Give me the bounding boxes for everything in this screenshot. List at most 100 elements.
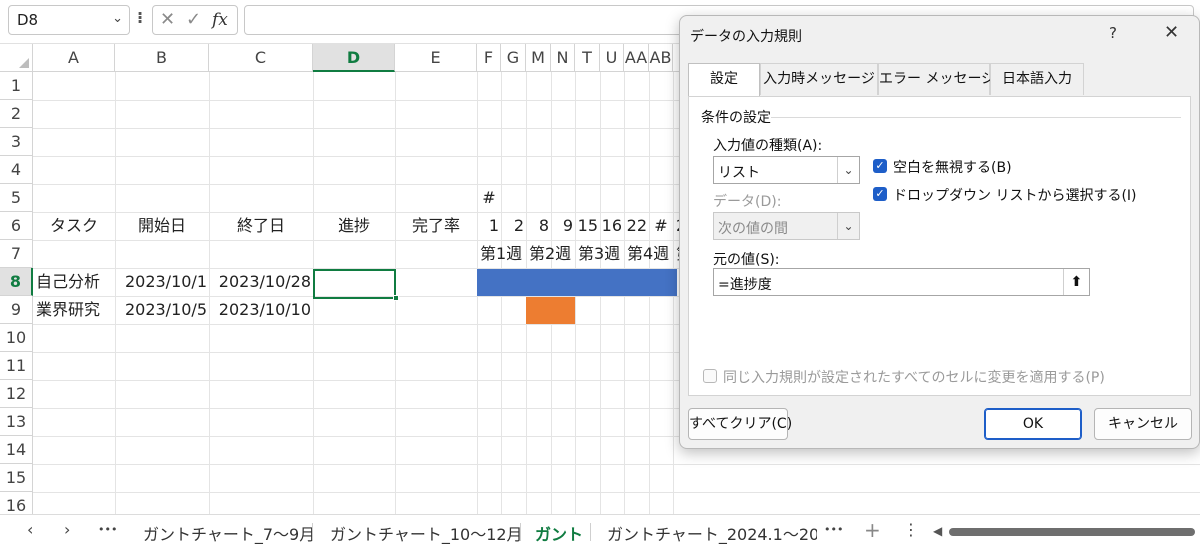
cell-week-label[interactable]: 第4週 bbox=[624, 240, 673, 268]
name-box[interactable]: D8 ⌄ bbox=[8, 5, 130, 35]
selected-cell-d8[interactable] bbox=[313, 269, 396, 299]
column-header-e[interactable]: E bbox=[395, 44, 477, 72]
tab-separator bbox=[590, 523, 591, 541]
row-header-9[interactable]: 9 bbox=[0, 296, 33, 324]
cell-week-label[interactable]: 第3週 bbox=[575, 240, 624, 268]
cell-week-label[interactable]: 第2週 bbox=[526, 240, 575, 268]
clear-all-button[interactable]: すべてクリア(C) bbox=[688, 408, 792, 440]
cell-day[interactable]: # bbox=[649, 212, 673, 240]
column-header-f[interactable]: F bbox=[477, 44, 501, 72]
fill-handle[interactable] bbox=[393, 295, 399, 301]
sheet-options-icon[interactable]: ⋮ bbox=[903, 520, 919, 539]
row-header-14[interactable]: 14 bbox=[0, 436, 33, 464]
chevron-down-icon[interactable]: ⌄ bbox=[112, 11, 123, 26]
row-header-10[interactable]: 10 bbox=[0, 324, 33, 352]
column-header-n[interactable]: N bbox=[551, 44, 575, 72]
cell-day[interactable]: 8 bbox=[526, 212, 551, 240]
apply-all-label: 同じ入力規則が設定されたすべてのセルに変更を適用する(P) bbox=[723, 370, 1105, 386]
scroll-left-icon[interactable]: ◀ bbox=[933, 524, 942, 538]
cancel-button[interactable]: キャンセル bbox=[1094, 408, 1192, 440]
tab-separator bbox=[520, 523, 521, 541]
sheet-tab-gantt-2024[interactable]: ガントチャート_2024.1〜2024 bbox=[607, 521, 817, 545]
row-header-5[interactable]: 5 bbox=[0, 184, 33, 212]
column-header-g[interactable]: G bbox=[501, 44, 526, 72]
cell-d6-progress-header[interactable]: 進捗 bbox=[313, 212, 395, 240]
row-header-16[interactable]: 16 bbox=[0, 492, 33, 514]
column-header-d[interactable]: D bbox=[313, 44, 395, 72]
grid-line bbox=[33, 492, 1200, 493]
column-header-t[interactable]: T bbox=[575, 44, 600, 72]
row-header-2[interactable]: 2 bbox=[0, 100, 33, 128]
source-input-value: =進捗度 bbox=[718, 277, 772, 293]
cell-a8-task-name[interactable]: 自己分析 bbox=[33, 268, 115, 296]
more-sheets-left-icon[interactable]: ••• bbox=[98, 523, 117, 536]
tab-error-message[interactable]: エラー メッセージ bbox=[878, 63, 995, 95]
cell-b8-start-date[interactable]: 2023/10/1 bbox=[115, 268, 209, 296]
more-sheets-right-icon[interactable]: ••• bbox=[824, 523, 843, 536]
tab-settings[interactable]: 設定 bbox=[688, 63, 760, 97]
column-header-c[interactable]: C bbox=[209, 44, 313, 72]
column-header-b[interactable]: B bbox=[115, 44, 209, 72]
prev-sheet-icon[interactable]: ‹ bbox=[27, 520, 33, 539]
sheet-tab-gantt-active[interactable]: ガント bbox=[535, 521, 583, 545]
cell-day[interactable]: 16 bbox=[600, 212, 624, 240]
column-header-aa[interactable]: AA bbox=[624, 44, 649, 72]
ignore-blank-checkbox[interactable]: ✓ bbox=[873, 159, 887, 173]
cell-b9-start-date[interactable]: 2023/10/5 bbox=[115, 296, 209, 324]
row-header-13[interactable]: 13 bbox=[0, 408, 33, 436]
cell-day[interactable]: 2 bbox=[501, 212, 526, 240]
cell-e6-rate-header[interactable]: 完了率 bbox=[395, 212, 477, 240]
data-select-value: 次の値の間 bbox=[718, 221, 788, 237]
column-header-ab[interactable]: AB bbox=[649, 44, 673, 72]
cell-c6-end-header[interactable]: 終了日 bbox=[209, 212, 313, 240]
cell-f5[interactable]: # bbox=[477, 184, 501, 212]
row-header-3[interactable]: 3 bbox=[0, 128, 33, 156]
next-sheet-icon[interactable]: › bbox=[64, 520, 70, 539]
horizontal-scrollbar[interactable]: ◀ bbox=[933, 524, 1195, 538]
cell-day[interactable]: 9 bbox=[551, 212, 575, 240]
collapse-dialog-icon[interactable]: ⬆ bbox=[1063, 269, 1089, 295]
row-header-7[interactable]: 7 bbox=[0, 240, 33, 268]
cell-c9-end-date[interactable]: 2023/10/10 bbox=[209, 296, 313, 324]
chevron-down-icon[interactable]: ⌄ bbox=[837, 157, 859, 183]
cell-day[interactable]: 1 bbox=[477, 212, 501, 240]
cell-b6-start-header[interactable]: 開始日 bbox=[115, 212, 209, 240]
column-header-m[interactable]: M bbox=[526, 44, 551, 72]
ignore-blank-label[interactable]: 空白を無視する(B) bbox=[893, 157, 1012, 177]
row-header-6[interactable]: 6 bbox=[0, 212, 33, 240]
scrollbar-thumb[interactable] bbox=[949, 528, 1195, 536]
in-cell-dropdown-label[interactable]: ドロップダウン リストから選択する(I) bbox=[893, 185, 1137, 205]
sheet-tab-gantt-7-9[interactable]: ガントチャート_7〜9月 bbox=[143, 521, 315, 545]
row-header-15[interactable]: 15 bbox=[0, 464, 33, 492]
cell-a6-task-header[interactable]: タスク bbox=[33, 212, 115, 240]
row-header-11[interactable]: 11 bbox=[0, 352, 33, 380]
tab-input-message[interactable]: 入力時メッセージ bbox=[760, 63, 878, 95]
cancel-icon[interactable]: ✕ bbox=[160, 9, 175, 30]
insert-function-icon[interactable]: fx bbox=[212, 10, 228, 30]
tab-ime[interactable]: 日本語入力 bbox=[990, 63, 1084, 95]
settings-panel: 条件の設定 入力値の種類(A): リスト ⌄ ✓ 空白を無視する(B) ✓ ドロ… bbox=[688, 96, 1191, 396]
close-icon[interactable]: ✕ bbox=[1164, 22, 1179, 43]
allow-select[interactable]: リスト ⌄ bbox=[713, 156, 860, 184]
column-header-u[interactable]: U bbox=[600, 44, 624, 72]
cell-c8-end-date[interactable]: 2023/10/28 bbox=[209, 268, 313, 296]
row-header-1[interactable]: 1 bbox=[0, 72, 33, 100]
select-all-corner[interactable] bbox=[0, 44, 33, 72]
cell-a9-task-name[interactable]: 業界研究 bbox=[33, 296, 115, 324]
more-options-icon[interactable]: ⁝ bbox=[137, 8, 143, 27]
add-sheet-icon[interactable]: + bbox=[864, 518, 881, 542]
help-icon[interactable]: ? bbox=[1109, 24, 1117, 42]
in-cell-dropdown-checkbox[interactable]: ✓ bbox=[873, 187, 887, 201]
row-header-12[interactable]: 12 bbox=[0, 380, 33, 408]
column-header-a[interactable]: A bbox=[33, 44, 115, 72]
sheet-tab-gantt-10-12[interactable]: ガントチャート_10〜12月 bbox=[330, 521, 523, 545]
row-header-4[interactable]: 4 bbox=[0, 156, 33, 184]
ok-button[interactable]: OK bbox=[984, 408, 1082, 440]
gantt-bar-task1 bbox=[477, 269, 677, 296]
source-input[interactable]: =進捗度 ⬆ bbox=[713, 268, 1090, 296]
cell-week-label[interactable]: 第1週 bbox=[477, 240, 526, 268]
row-header-8[interactable]: 8 bbox=[0, 268, 33, 296]
check-icon[interactable]: ✓ bbox=[186, 9, 201, 30]
cell-day[interactable]: 22 bbox=[624, 212, 649, 240]
cell-day[interactable]: 15 bbox=[575, 212, 600, 240]
